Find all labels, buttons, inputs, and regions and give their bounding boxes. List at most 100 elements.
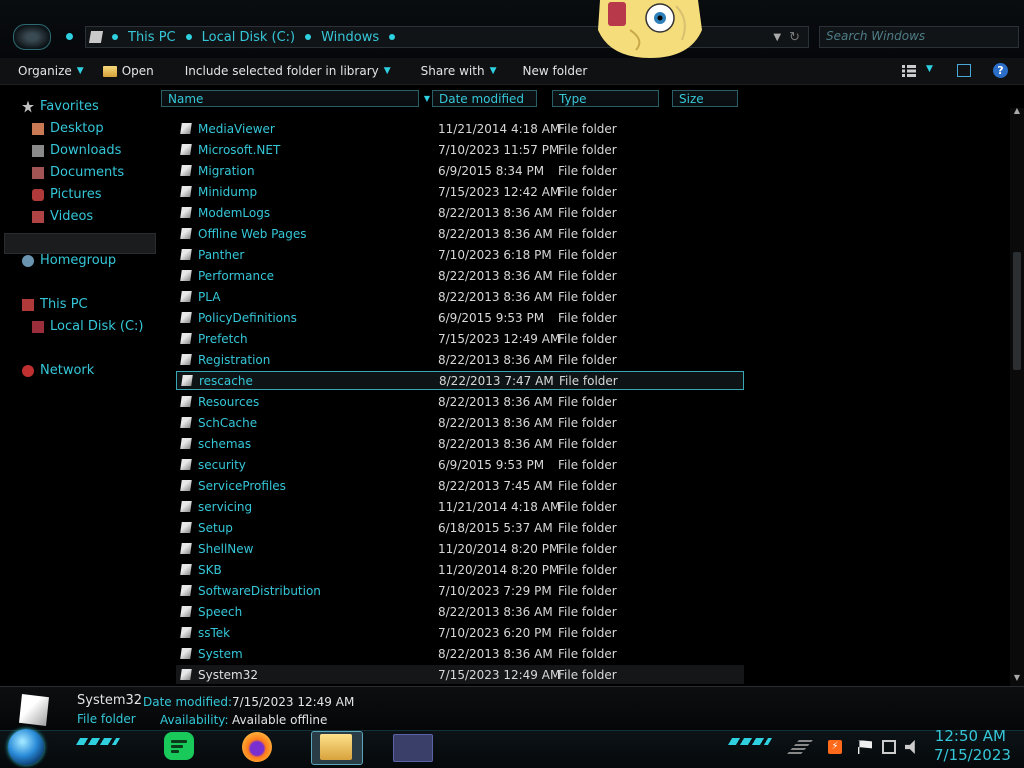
file-type: File folder — [558, 289, 617, 304]
new-folder-label: New folder — [522, 64, 588, 78]
share-label: Share with — [420, 64, 485, 78]
table-row[interactable]: MediaViewer 11/21/2014 4:18 AM File folder — [176, 119, 744, 138]
column-header-date[interactable]: Date modified — [432, 90, 537, 107]
table-row[interactable]: Minidump 7/15/2023 12:42 AM File folder — [176, 182, 744, 201]
back-forward-button[interactable] — [13, 24, 51, 50]
table-row[interactable]: PLA 8/22/2013 8:36 AM File folder — [176, 287, 744, 306]
column-header-type[interactable]: Type — [552, 90, 659, 107]
refresh-icon[interactable]: ↻ — [789, 30, 800, 45]
table-row[interactable]: ModemLogs 8/22/2013 8:36 AM File folder — [176, 203, 744, 222]
view-options-icon[interactable] — [902, 65, 916, 77]
table-row[interactable]: security 6/9/2015 9:53 PM File folder — [176, 455, 744, 474]
file-type: File folder — [558, 625, 617, 640]
breadcrumb-windows[interactable]: Windows — [295, 30, 405, 45]
file-name: Prefetch — [198, 331, 248, 346]
breadcrumb-local-disk[interactable]: Local Disk (C:) — [176, 30, 295, 45]
breadcrumb-this-pc[interactable]: This PC — [102, 30, 176, 45]
open-button[interactable]: Open — [93, 58, 163, 84]
table-row[interactable]: Performance 8/22/2013 8:36 AM File folder — [176, 266, 744, 285]
taskbar-decoration — [75, 738, 121, 745]
clock-time[interactable]: 12:50 AM — [934, 727, 1006, 745]
vertical-scrollbar[interactable] — [1010, 108, 1024, 686]
folder-icon — [180, 312, 192, 323]
nav-desktop[interactable]: Desktop — [32, 121, 104, 136]
search-box[interactable] — [819, 26, 1020, 48]
file-type: File folder — [558, 184, 617, 199]
tray-app-icon[interactable]: ⚡ — [828, 740, 842, 754]
table-row[interactable]: ShellNew 11/20/2014 8:20 PM File folder — [176, 539, 744, 558]
table-row[interactable]: SchCache 8/22/2013 8:36 AM File folder — [176, 413, 744, 432]
clock-date[interactable]: 7/15/2023 — [934, 746, 1011, 764]
table-row[interactable]: servicing 11/21/2014 4:18 AM File folder — [176, 497, 744, 516]
chevron-down-icon[interactable]: ▼ — [773, 32, 781, 43]
table-row[interactable]: Prefetch 7/15/2023 12:49 AM File folder — [176, 329, 744, 348]
table-row[interactable]: Setup 6/18/2015 5:37 AM File folder — [176, 518, 744, 537]
table-row[interactable]: Registration 8/22/2013 8:36 AM File folder — [176, 350, 744, 369]
help-icon[interactable]: ? — [993, 63, 1008, 78]
file-date: 8/22/2013 8:36 AM — [438, 415, 553, 430]
table-row[interactable]: rescache 8/22/2013 7:47 AM File folder — [176, 371, 744, 390]
table-row[interactable]: System32 7/15/2023 12:49 AM File folder — [176, 665, 744, 684]
nav-documents[interactable]: Documents — [32, 165, 124, 180]
nav-homegroup[interactable]: Homegroup — [22, 253, 116, 268]
file-date: 11/21/2014 4:18 AM — [438, 499, 561, 514]
network-icon — [22, 364, 34, 377]
table-row[interactable]: SoftwareDistribution 7/10/2023 7:29 PM Fil… — [176, 581, 744, 600]
folder-icon — [180, 438, 192, 449]
file-type: File folder — [558, 226, 617, 241]
scroll-up-icon[interactable]: ▲ — [1011, 106, 1023, 116]
table-row[interactable]: ssTek 7/10/2023 6:20 PM File folder — [176, 623, 744, 642]
recent-locations-dot[interactable] — [66, 33, 73, 40]
table-row[interactable]: Microsoft.NET 7/10/2023 11:57 PM File fold… — [176, 140, 744, 159]
nav-network[interactable]: Network — [22, 363, 94, 378]
file-type: File folder — [558, 394, 617, 409]
preview-pane-icon[interactable] — [957, 64, 971, 77]
share-with-button[interactable]: Share with ▼ — [400, 58, 506, 84]
nav-label: Local Disk (C:) — [50, 319, 144, 334]
open-label: Open — [121, 64, 154, 78]
include-in-library-button[interactable]: Include selected folder in library ▼ — [163, 58, 400, 84]
table-row[interactable]: Offline Web Pages 8/22/2013 8:36 AM File f… — [176, 224, 744, 243]
scroll-down-icon[interactable]: ▼ — [1011, 673, 1023, 683]
file-date: 7/15/2023 12:42 AM — [438, 184, 561, 199]
pictures-icon — [32, 188, 44, 201]
scrollbar-thumb[interactable] — [1013, 252, 1021, 370]
file-date: 6/9/2015 8:34 PM — [438, 163, 545, 178]
new-folder-button[interactable]: New folder — [505, 58, 596, 84]
column-header-name[interactable]: Name — [161, 90, 419, 107]
nav-pictures[interactable]: Pictures — [32, 187, 101, 202]
search-input[interactable] — [820, 27, 1020, 45]
network-status-icon[interactable] — [882, 740, 896, 754]
file-date: 8/22/2013 8:36 AM — [438, 268, 553, 283]
nav-videos[interactable]: Videos — [32, 209, 93, 224]
nav-this-pc[interactable]: This PC — [22, 297, 88, 312]
file-date: 8/22/2013 8:36 AM — [438, 352, 553, 367]
window-app-icon[interactable] — [393, 734, 433, 762]
chevron-down-icon[interactable]: ▼ — [926, 64, 933, 74]
organize-button[interactable]: Organize ▼ — [0, 58, 93, 84]
folder-icon — [180, 144, 192, 155]
file-date: 7/10/2023 6:18 PM — [438, 247, 552, 262]
file-type: File folder — [558, 205, 617, 220]
chevron-down-icon[interactable]: ▼ — [422, 91, 432, 106]
table-row[interactable]: Panther 7/10/2023 6:18 PM File folder — [176, 245, 744, 264]
notes-app-icon[interactable] — [164, 732, 194, 760]
nav-favorites[interactable]: Favorites — [22, 99, 99, 114]
nav-downloads[interactable]: Downloads — [32, 143, 121, 158]
table-row[interactable]: System 8/22/2013 8:36 AM File folder — [176, 644, 744, 663]
file-type: File folder — [558, 541, 617, 556]
table-row[interactable]: Speech 8/22/2013 8:36 AM File folder — [176, 602, 744, 621]
start-button[interactable] — [8, 729, 44, 765]
table-row[interactable]: SKB 11/20/2014 8:20 PM File folder — [176, 560, 744, 579]
table-row[interactable]: Resources 8/22/2013 8:36 AM File folder — [176, 392, 744, 411]
table-row[interactable]: Migration 6/9/2015 8:34 PM File folder — [176, 161, 744, 180]
firefox-icon[interactable] — [242, 732, 272, 762]
computer-icon — [22, 298, 34, 311]
table-row[interactable]: PolicyDefinitions 6/9/2015 9:53 PM File fo… — [176, 308, 744, 327]
nav-local-disk[interactable]: Local Disk (C:) — [32, 319, 143, 334]
file-name: ssTek — [198, 625, 231, 640]
file-explorer-icon[interactable] — [320, 734, 352, 760]
table-row[interactable]: schemas 8/22/2013 8:36 AM File folder — [176, 434, 744, 453]
table-row[interactable]: ServiceProfiles 8/22/2013 7:45 AM File fol… — [176, 476, 744, 495]
column-header-size[interactable]: Size — [672, 90, 738, 107]
